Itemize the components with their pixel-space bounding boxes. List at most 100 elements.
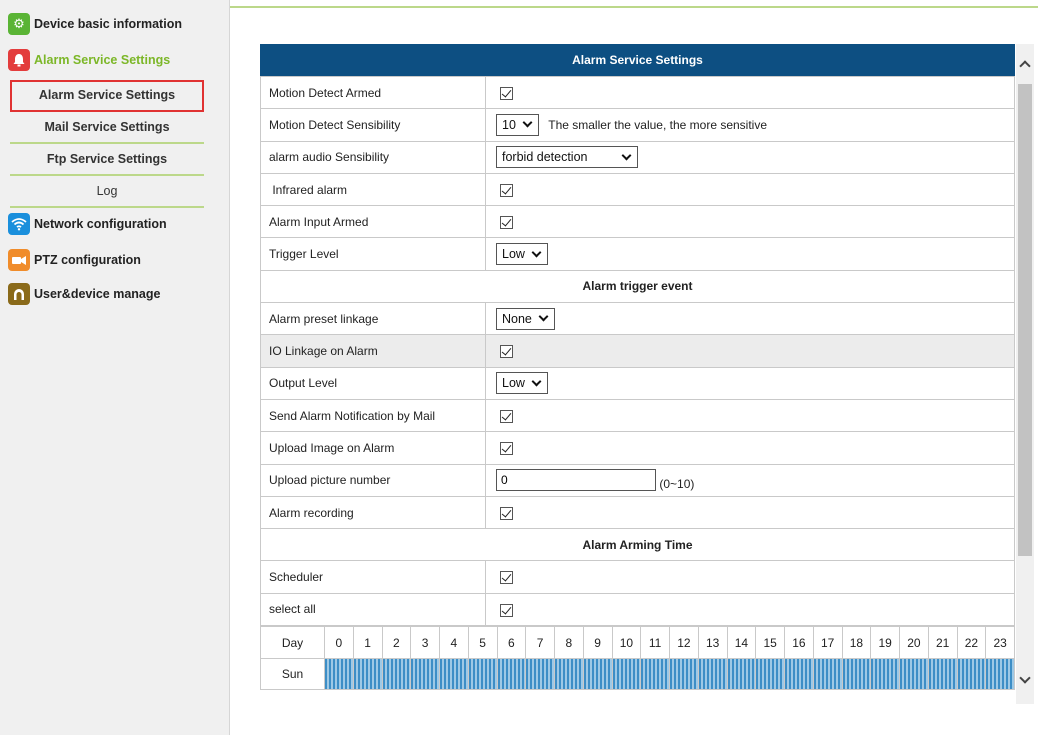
schedule-slot[interactable] [870, 658, 900, 691]
hour-header: 4 [439, 626, 469, 660]
hour-header: 9 [582, 626, 613, 660]
hour-header: 18 [841, 626, 872, 660]
hour-header: 6 [496, 626, 527, 660]
hour-header: 16 [784, 626, 814, 660]
select-value: Low [502, 376, 525, 391]
schedule-slot[interactable] [352, 658, 383, 691]
row-label: Scheduler [260, 560, 486, 594]
page-title: Alarm Service Settings [260, 44, 1015, 76]
schedule-slot[interactable] [697, 658, 728, 691]
schedule-slot[interactable] [985, 658, 1015, 691]
alarm-bell-icon [8, 49, 30, 71]
schedule-slot[interactable] [467, 658, 498, 691]
schedule-slot[interactable] [669, 658, 699, 691]
output-level-select[interactable]: Low [496, 372, 548, 395]
schedule-slot[interactable] [410, 658, 440, 691]
row-trigger-level: Trigger Level Low [260, 237, 1015, 271]
row-label: Motion Detect Armed [260, 75, 486, 110]
scrollbar-thumb[interactable] [1018, 84, 1032, 556]
schedule-slot[interactable] [784, 658, 814, 691]
sidebar-item-label: Log [96, 184, 118, 198]
ptz-camera-icon [8, 249, 30, 271]
trigger-level-select[interactable]: Low [496, 243, 548, 266]
schedule-grid: Day 0 1 2 3 4 5 6 7 8 9 10 11 12 13 14 15 16 17 18 19 20 21 22… [260, 626, 1015, 691]
vertical-scrollbar[interactable] [1016, 44, 1034, 704]
row-label: Output Level [260, 366, 486, 400]
schedule-slot[interactable] [525, 658, 555, 691]
schedule-slot[interactable] [496, 658, 527, 691]
send-mail-checkbox[interactable] [500, 409, 513, 423]
nav-alarm-service[interactable]: Alarm Service Settings [8, 48, 170, 72]
row-label: Trigger Level [260, 237, 486, 271]
nav-device-basic[interactable]: ⚙ Device basic information [8, 12, 182, 36]
sidebar-item-label: Ftp Service Settings [46, 152, 168, 166]
schedule-slot[interactable] [899, 658, 929, 691]
nav-device-basic-label: Device basic information [34, 17, 182, 31]
schedule-slot-fill [583, 659, 612, 690]
alarm-input-armed-checkbox[interactable] [500, 216, 513, 229]
schedule-slot[interactable] [956, 658, 987, 691]
row-io-linkage: IO Linkage on Alarm [260, 334, 1015, 368]
sidebar-item-mail-service-settings[interactable]: Mail Service Settings [10, 112, 204, 144]
row-alarm-preset-linkage: Alarm preset linkage None [260, 302, 1015, 336]
preset-linkage-select[interactable]: None [496, 307, 555, 330]
schedule-row-sun: Sun [260, 658, 1015, 691]
motion-detect-armed-checkbox[interactable] [500, 86, 513, 100]
schedule-slot[interactable] [755, 658, 785, 691]
section-alarm-trigger-event: Alarm trigger event [260, 269, 1015, 304]
user-icon [8, 283, 30, 305]
sidebar-item-log[interactable]: Log [10, 176, 204, 208]
schedule-slot-fill [612, 659, 641, 690]
day-header: Day [260, 626, 325, 660]
io-linkage-checkbox[interactable] [500, 345, 513, 359]
schedule-slot-fill [813, 659, 842, 690]
hour-header: 8 [554, 626, 584, 660]
schedule-slot[interactable] [554, 658, 584, 691]
upload-range-hint: (0~10) [659, 477, 695, 492]
sidebar-item-alarm-service-settings[interactable]: Alarm Service Settings [10, 80, 204, 112]
upload-picture-number-input[interactable] [496, 469, 656, 492]
section-title: Alarm Arming Time [260, 528, 1015, 562]
hour-header: 2 [381, 626, 412, 660]
schedule-slot[interactable] [726, 658, 757, 691]
schedule-slot[interactable] [611, 658, 642, 691]
schedule-slot[interactable] [381, 658, 412, 691]
schedule-slot[interactable] [812, 658, 843, 691]
infrared-alarm-checkbox[interactable] [500, 183, 513, 197]
schedule-slot[interactable] [927, 658, 958, 691]
select-all-checkbox[interactable] [500, 603, 513, 617]
motion-sensibility-select[interactable]: 10 [496, 113, 539, 136]
row-send-mail: Send Alarm Notification by Mail [260, 398, 1015, 433]
upload-image-checkbox[interactable] [500, 442, 513, 456]
scheduler-checkbox[interactable] [500, 571, 513, 585]
schedule-slot[interactable] [439, 658, 469, 691]
schedule-slot-fill [842, 659, 871, 690]
nav-network-configuration[interactable]: Network configuration [8, 212, 167, 236]
hour-header: 3 [410, 626, 440, 660]
row-audio-sensibility: alarm audio Sensibility forbid detection [260, 140, 1015, 174]
chevron-down-icon [522, 117, 533, 128]
nav-ptz-label: PTZ configuration [34, 253, 141, 267]
hour-header: 19 [870, 626, 900, 660]
sidebar-item-ftp-service-settings[interactable]: Ftp Service Settings [10, 144, 204, 176]
schedule-slot[interactable] [841, 658, 872, 691]
schedule-slot-fill [698, 659, 727, 690]
schedule-slot-fill [785, 659, 813, 690]
schedule-slot[interactable] [582, 658, 613, 691]
alarm-recording-checkbox[interactable] [500, 506, 513, 520]
schedule-slot-fill [353, 659, 382, 690]
chevron-up-icon[interactable] [1019, 60, 1031, 72]
chevron-down-icon [531, 247, 542, 258]
schedule-slot-fill [382, 659, 411, 690]
schedule-slot[interactable] [324, 658, 354, 691]
schedule-slot[interactable] [640, 658, 670, 691]
row-select-all: select all [260, 592, 1015, 627]
audio-sensibility-select[interactable]: forbid detection [496, 146, 638, 169]
row-label: select all [260, 592, 486, 627]
schedule-slot-fill [727, 659, 756, 690]
row-label: Send Alarm Notification by Mail [260, 398, 486, 433]
nav-user-device-manage[interactable]: User&device manage [8, 282, 160, 306]
schedule-slot-fill [555, 659, 583, 690]
nav-ptz-configuration[interactable]: PTZ configuration [8, 248, 141, 272]
chevron-down-icon[interactable] [1019, 672, 1031, 684]
